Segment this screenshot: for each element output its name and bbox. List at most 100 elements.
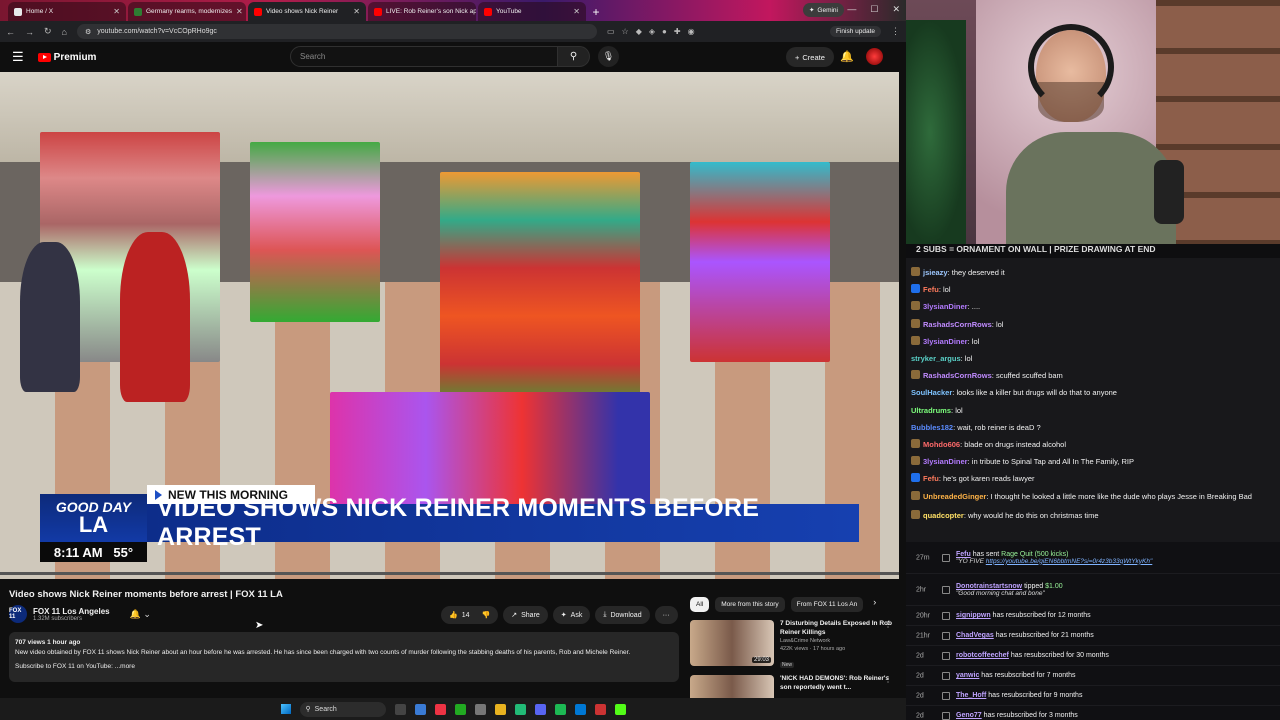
chat-username[interactable]: UnbreadedGinger (923, 492, 986, 501)
browser-tab[interactable]: Germany rearms, modernizes ✕ (128, 2, 246, 21)
minimize-icon[interactable]: — (847, 4, 856, 15)
chat-username[interactable]: Fefu (923, 285, 939, 294)
taskbar-search[interactable]: ⚲ Search (299, 701, 386, 717)
extension-icon[interactable]: ● (662, 27, 667, 36)
app-icon[interactable] (514, 703, 526, 715)
channel-avatar[interactable]: FOX 11 (9, 605, 27, 623)
file-explorer-icon[interactable] (494, 703, 506, 715)
chat-username[interactable]: Fefu (923, 474, 939, 483)
event-username[interactable]: Geno77 (956, 712, 982, 719)
app-icon[interactable] (454, 703, 466, 715)
more-vertical-icon[interactable]: ⋮ (884, 620, 892, 629)
create-button[interactable]: + Create (786, 47, 834, 67)
maximize-icon[interactable]: ☐ (870, 4, 878, 15)
chat-username[interactable]: stryker_argus (911, 354, 961, 363)
extension-icon[interactable]: ◆ (636, 27, 642, 36)
avatar[interactable] (866, 48, 883, 65)
chat-username[interactable]: Mohdo606 (923, 440, 960, 449)
browser-tab[interactable]: Home / X ✕ (8, 2, 126, 21)
event-username[interactable]: robotcoffeechef (956, 652, 1009, 659)
profile-icon[interactable]: ◉ (688, 27, 695, 36)
youtube-logo[interactable]: Premium (37, 52, 96, 63)
app-icon[interactable] (474, 703, 486, 715)
new-tab-icon[interactable]: + (588, 2, 604, 21)
close-tab-icon[interactable]: ✕ (353, 7, 360, 16)
close-tab-icon[interactable]: ✕ (236, 7, 243, 16)
ask-button[interactable]: ✦ Ask (552, 606, 591, 624)
chat-badge-icon (911, 473, 920, 483)
hamburger-menu-icon[interactable]: ☰ (12, 49, 24, 65)
description-box[interactable]: 707 views 1 hour ago New video obtained … (9, 632, 679, 682)
puzzle-icon[interactable]: ✚ (674, 27, 681, 36)
chat-username[interactable]: 3lysianDiner (923, 302, 968, 311)
more-link[interactable]: ...more (115, 663, 135, 670)
forward-icon[interactable]: → (25, 27, 34, 37)
chat-username[interactable]: RashadsCornRows (923, 320, 992, 329)
task-view-icon[interactable] (394, 703, 406, 715)
voice-search-button[interactable]: 🎙 (598, 46, 619, 67)
extension-icon[interactable]: ◈ (649, 27, 655, 36)
channel-name[interactable]: FOX 11 Los Angeles (33, 607, 110, 616)
more-menu-icon[interactable]: ⋮ (891, 26, 900, 37)
event-username[interactable]: ChadVegas (956, 632, 994, 639)
spotify-icon[interactable] (554, 703, 566, 715)
chrome-icon[interactable] (434, 703, 446, 715)
event-username[interactable]: The_Hoff (956, 692, 986, 699)
notifications-bell-icon[interactable]: 🔔 (840, 50, 854, 63)
chat-username[interactable]: quadcopter (923, 511, 964, 520)
event-username[interactable]: Donotrainstartsnow (956, 583, 1022, 590)
more-vertical-icon[interactable]: ⋮ (884, 675, 892, 684)
app-icon[interactable] (594, 703, 606, 715)
event-username[interactable]: yanwic (956, 672, 979, 679)
recommendation-item[interactable]: 29:03 7 Disturbing Details Exposed In Rob… (690, 620, 900, 671)
chevron-right-icon[interactable]: › (873, 597, 876, 612)
thumbs-down-icon[interactable]: 👎 (482, 611, 491, 619)
share-label: Share (521, 611, 540, 619)
share-button[interactable]: ↗ Share (503, 606, 548, 624)
more-actions-button[interactable]: ··· (654, 606, 678, 624)
edge-icon[interactable] (574, 703, 586, 715)
home-icon[interactable]: ⌂ (62, 27, 67, 37)
search-button[interactable]: ⚲ (558, 46, 590, 67)
chat-username[interactable]: Ultradrums (911, 406, 951, 415)
sparkle-icon: ✦ (808, 7, 815, 14)
close-tab-icon[interactable]: ✕ (113, 7, 120, 16)
chat-username[interactable]: Bubbles182 (911, 423, 953, 432)
browser-tab[interactable]: LIVE: Rob Reiner's son Nick ap✕ (368, 2, 476, 21)
chat-username[interactable]: 3lysianDiner (923, 457, 968, 466)
progress-bar[interactable] (0, 572, 899, 575)
chat-username[interactable]: jsieazy (923, 268, 948, 277)
chat-username[interactable]: SoulHacker (911, 388, 952, 397)
search-input[interactable]: Search (290, 46, 558, 67)
chat-text: looks like a killer but drugs will do th… (956, 388, 1117, 398)
browser-tab[interactable]: YouTube ✕ (478, 2, 586, 21)
video-player[interactable]: GOOD DAY LA NEW THIS MORNING VIDEO SHOWS… (0, 72, 899, 579)
close-tab-icon[interactable]: ✕ (573, 7, 580, 16)
chat-username[interactable]: RashadsCornRows (923, 371, 992, 380)
gemini-button[interactable]: ✦ Gemini (802, 3, 844, 17)
site-info-icon[interactable]: ⚙ (85, 28, 91, 36)
download-button[interactable]: ⤓ Download (595, 606, 650, 624)
event-link[interactable]: https://youtube.be/giEN6bbtmNE?si=0r4z3b… (986, 558, 1153, 565)
filter-chip[interactable]: All (690, 597, 710, 612)
finish-update-button[interactable]: Finish update (829, 26, 881, 37)
event-username[interactable]: signippwn (956, 612, 991, 619)
chat-username[interactable]: 3lysianDiner (923, 337, 968, 346)
video-thumbnail[interactable]: 29:03 (690, 620, 774, 666)
close-icon[interactable]: ✕ (892, 4, 900, 15)
like-button[interactable]: 👍 14 👎 (441, 606, 499, 624)
url-field[interactable]: ⚙ youtube.com/watch?v=VcCOpRHo9gc (76, 24, 597, 39)
cast-icon[interactable]: ▭ (607, 27, 615, 36)
filter-chip[interactable]: From FOX 11 Los An (790, 597, 864, 612)
filter-chip[interactable]: More from this story (715, 597, 785, 612)
bookmark-star-icon[interactable]: ☆ (622, 27, 629, 36)
app-icon[interactable] (414, 703, 426, 715)
browser-tab[interactable]: Video shows Nick Reiner ✕ (248, 2, 366, 21)
discord-icon[interactable] (534, 703, 546, 715)
back-icon[interactable]: ← (6, 27, 15, 37)
event-username[interactable]: Fefu (956, 551, 971, 558)
reload-icon[interactable]: ↻ (44, 26, 52, 37)
subscribed-bell-icon[interactable]: 🔔 ⌄ (130, 609, 151, 620)
windows-start-icon[interactable] (280, 704, 291, 714)
kick-icon[interactable] (614, 703, 626, 715)
